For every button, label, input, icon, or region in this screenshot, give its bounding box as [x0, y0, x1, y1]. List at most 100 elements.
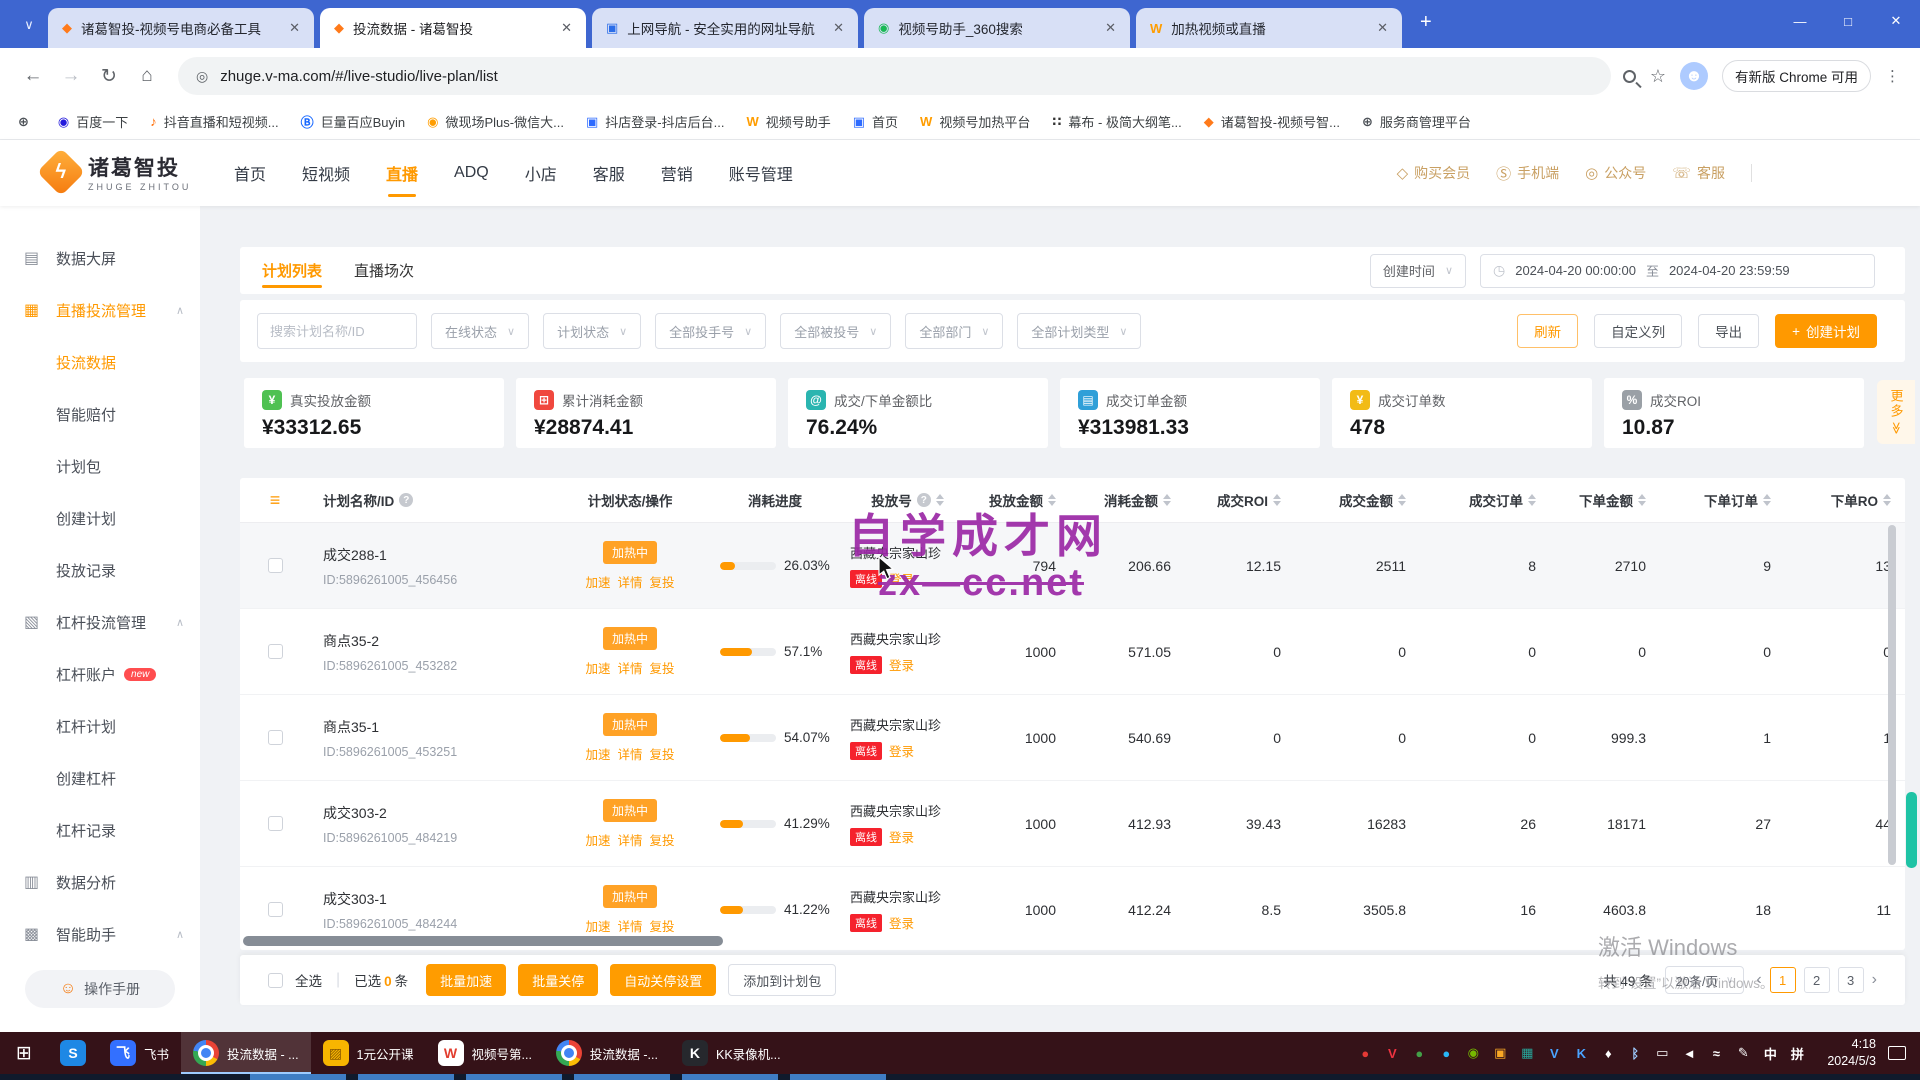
add-to-package-button[interactable]: 添加到计划包	[728, 964, 836, 996]
reinvest-link[interactable]: 复投	[650, 744, 675, 763]
row-checkbox[interactable]	[268, 558, 283, 573]
nav-item[interactable]: 小店	[525, 140, 557, 206]
login-link[interactable]: 登录	[889, 569, 914, 588]
tab-close-icon[interactable]: ✕	[557, 20, 576, 36]
next-page-icon[interactable]: ›	[1872, 971, 1877, 989]
sidebar-item[interactable]: ▧ 杠杆投流管理 ∧	[0, 596, 200, 648]
taskbar-app[interactable]: 投流数据 -...	[544, 1032, 670, 1074]
login-link[interactable]: 登录	[889, 741, 914, 760]
page-tab[interactable]: 计划列表	[262, 247, 322, 294]
reinvest-link[interactable]: 复投	[650, 830, 675, 849]
column-header[interactable]: 成交金额	[1295, 490, 1420, 510]
sort-select[interactable]: 创建时间 ∨	[1370, 254, 1466, 288]
tray-icon[interactable]: ᛒ	[1623, 1041, 1647, 1065]
bookmark-item[interactable]: Ⓑ 巨量百应Buyin	[301, 112, 406, 131]
speed-up-link[interactable]: 加速	[585, 744, 610, 763]
bulk-action-button[interactable]: 自动关停设置	[610, 964, 716, 996]
login-link[interactable]: 登录	[889, 827, 914, 846]
filter-select[interactable]: 全部投手号 ∨	[655, 313, 766, 349]
sort-icon[interactable]	[1528, 494, 1536, 506]
tray-icon[interactable]: K	[1569, 1041, 1593, 1065]
tray-icon[interactable]: ●	[1353, 1041, 1377, 1065]
filter-select[interactable]: 全部部门 ∨	[905, 313, 1003, 349]
tray-icon[interactable]: ●	[1434, 1041, 1458, 1065]
plan-name[interactable]: 商点35-2	[323, 631, 560, 651]
table-row[interactable]: 成交288-1 ID:5896261005_456456 加热中 加速 详情 复…	[240, 523, 1905, 609]
prev-page-icon[interactable]: ‹	[1756, 971, 1761, 989]
filter-select[interactable]: 计划状态 ∨	[543, 313, 641, 349]
row-checkbox[interactable]	[268, 902, 283, 917]
sort-icon[interactable]	[1048, 494, 1056, 506]
bulk-action-button[interactable]: 批量关停	[518, 964, 598, 996]
browser-tab[interactable]: ◆ 诸葛智投-视频号电商必备工具 ✕	[48, 8, 314, 48]
detail-link[interactable]: 详情	[617, 658, 642, 677]
column-header[interactable]: 下单RO	[1785, 490, 1905, 510]
column-header[interactable]: 消耗进度	[700, 490, 850, 510]
bookmark-item[interactable]: ◆ 诸葛智投-视频号智...	[1204, 112, 1340, 131]
column-header[interactable]: 消耗金额	[1070, 490, 1185, 510]
browser-tab[interactable]: ▣ 上网导航 - 安全实用的网址导航 ✕	[592, 8, 858, 48]
horizontal-scrollbar[interactable]	[243, 936, 723, 946]
plan-name[interactable]: 成交288-1	[323, 545, 560, 565]
reinvest-link[interactable]: 复投	[650, 658, 675, 677]
tab-close-icon[interactable]: ✕	[285, 20, 304, 36]
nav-item[interactable]: ADQ	[454, 140, 489, 206]
table-row[interactable]: 商点35-1 ID:5896261005_453251 加热中 加速 详情 复投	[240, 695, 1905, 781]
tab-close-icon[interactable]: ✕	[829, 20, 848, 36]
plan-name[interactable]: 成交303-1	[323, 889, 560, 909]
quick-link[interactable]: Ⓢ 手机端	[1496, 163, 1559, 184]
select-all-checkbox[interactable]	[268, 973, 283, 988]
browser-tab[interactable]: ◆ 投流数据 - 诸葛智投 ✕	[320, 8, 586, 48]
more-stats-button[interactable]: 更多 ≫	[1877, 380, 1915, 444]
page-tab[interactable]: 直播场次	[354, 247, 414, 294]
manual-button[interactable]: ☺ 操作手册	[25, 970, 175, 1008]
site-settings-icon[interactable]: ◎	[196, 68, 208, 85]
close-button[interactable]: ✕	[1872, 0, 1920, 42]
info-icon[interactable]	[917, 493, 931, 507]
table-row[interactable]: 成交303-2 ID:5896261005_484219 加热中 加速 详情 复…	[240, 781, 1905, 867]
sidebar-item[interactable]: 投放记录	[0, 544, 200, 596]
taskbar-app[interactable]: W 视频号第...	[426, 1032, 544, 1074]
bookmark-item[interactable]: ▣ 抖店登录-抖店后台...	[586, 112, 724, 131]
search-icon[interactable]	[1623, 70, 1636, 83]
address-bar[interactable]: ◎ zhuge.v-ma.com/#/live-studio/live-plan…	[178, 57, 1611, 95]
bulk-action-button[interactable]: 批量加速	[426, 964, 506, 996]
refresh-button[interactable]: 刷新	[1517, 314, 1578, 348]
sidebar-item[interactable]: ▥ 数据分析	[0, 856, 200, 908]
columns-menu-icon[interactable]: ≡	[270, 490, 281, 511]
start-button[interactable]: ⊞	[0, 1032, 48, 1074]
bookmark-item[interactable]: ◉ 微现场Plus-微信大...	[427, 112, 564, 131]
taskbar-app[interactable]: S	[48, 1032, 98, 1074]
plan-name[interactable]: 商点35-1	[323, 717, 560, 737]
nav-item[interactable]: 首页	[234, 140, 266, 206]
reload-icon[interactable]: ↻	[90, 57, 128, 95]
speed-up-link[interactable]: 加速	[585, 658, 610, 677]
sidebar-item[interactable]: ▤ 数据大屏	[0, 232, 200, 284]
page-number[interactable]: 1	[1770, 967, 1796, 993]
column-header[interactable]: 投放金额	[965, 490, 1070, 510]
taskbar-app[interactable]: ▨ 1元公开课	[311, 1032, 426, 1074]
bookmark-item[interactable]: W 视频号助手	[746, 112, 830, 131]
login-link[interactable]: 登录	[889, 913, 914, 932]
table-vertical-scrollbar[interactable]	[1888, 525, 1896, 865]
taskbar-app[interactable]: 投流数据 - ...	[181, 1032, 311, 1074]
browser-tab[interactable]: W 加热视频或直播 ✕	[1136, 8, 1402, 48]
minimize-button[interactable]: —	[1776, 0, 1824, 42]
tray-icon[interactable]: 拼	[1785, 1041, 1809, 1065]
page-number[interactable]: 2	[1804, 967, 1830, 993]
bookmark-item[interactable]: ⊕ 服务商管理平台	[1362, 112, 1471, 131]
chrome-update-pill[interactable]: 有新版 Chrome 可用	[1722, 60, 1871, 92]
sidebar-item[interactable]: 杠杆记录	[0, 804, 200, 856]
tray-icon[interactable]: ≈	[1704, 1041, 1728, 1065]
browser-menu-icon[interactable]: ⋮	[1885, 67, 1900, 85]
sidebar-item[interactable]: 计划包	[0, 440, 200, 492]
tray-icon[interactable]: ▦	[1515, 1041, 1539, 1065]
tab-search-icon[interactable]: ∨	[16, 12, 42, 38]
taskbar-app[interactable]: 飞 飞书	[98, 1032, 181, 1074]
row-checkbox[interactable]	[268, 644, 283, 659]
bookmark-item[interactable]: ∷ 幕布 - 极简大纲笔...	[1052, 112, 1181, 131]
select-all-label[interactable]: 全选	[295, 970, 322, 990]
plan-name[interactable]: 成交303-2	[323, 803, 560, 823]
tray-icon[interactable]: ●	[1407, 1041, 1431, 1065]
nav-item[interactable]: 账号管理	[729, 140, 793, 206]
